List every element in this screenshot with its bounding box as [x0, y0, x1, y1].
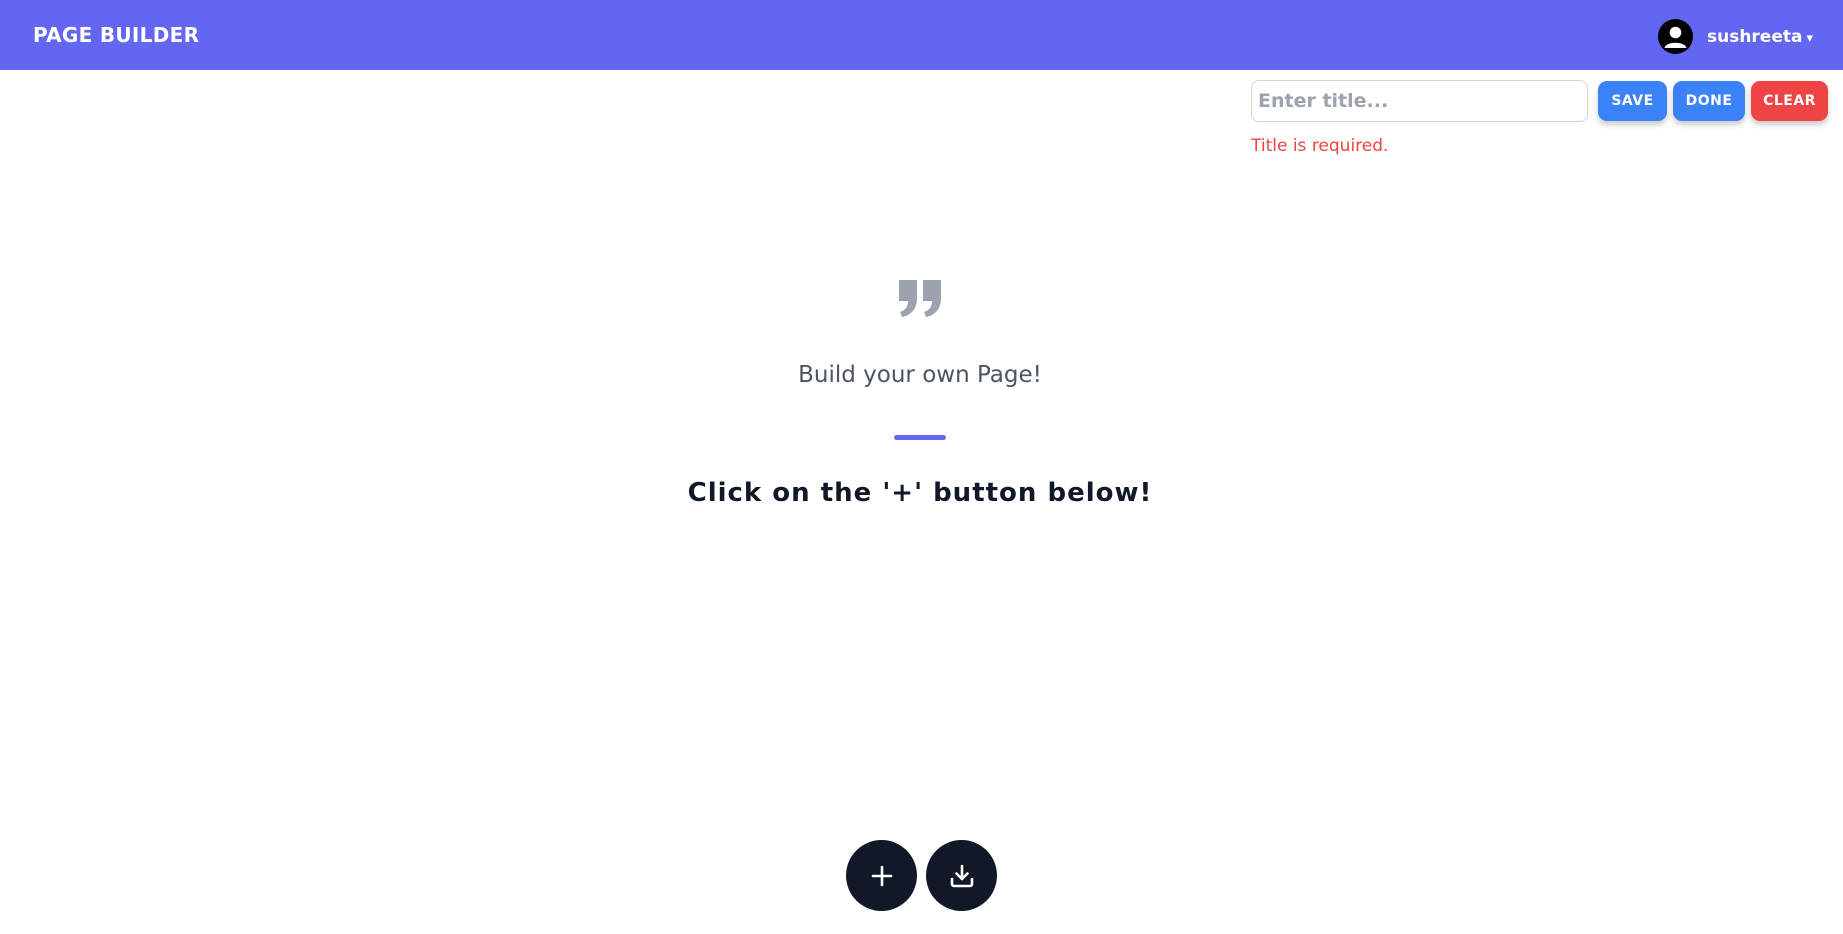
- user-menu[interactable]: sushreeta ▾: [1657, 19, 1813, 54]
- quote-icon: [897, 278, 943, 318]
- username-label[interactable]: sushreeta ▾: [1707, 27, 1813, 47]
- app-brand[interactable]: PAGE BUILDER: [33, 23, 199, 47]
- plus-icon: [871, 865, 892, 886]
- clear-button[interactable]: CLEAR: [1751, 81, 1828, 121]
- accent-divider: [894, 435, 946, 440]
- download-icon: [950, 864, 973, 887]
- chevron-down-icon: ▾: [1806, 30, 1813, 46]
- done-button[interactable]: DONE: [1673, 81, 1745, 121]
- title-toolbar: SAVE DONE CLEAR: [1251, 80, 1828, 122]
- user-avatar-icon[interactable]: [1657, 19, 1693, 54]
- save-button[interactable]: SAVE: [1598, 81, 1667, 121]
- instruction-heading: Click on the '+' button below!: [687, 478, 1153, 508]
- tagline: Build your own Page!: [798, 362, 1042, 388]
- username-text: sushreeta: [1706, 26, 1803, 47]
- title-input[interactable]: [1251, 80, 1588, 122]
- title-error-message: Title is required.: [1251, 136, 1389, 156]
- add-block-button[interactable]: [846, 840, 917, 911]
- download-button[interactable]: [926, 840, 997, 911]
- top-navbar: PAGE BUILDER sushreeta ▾: [0, 0, 1843, 70]
